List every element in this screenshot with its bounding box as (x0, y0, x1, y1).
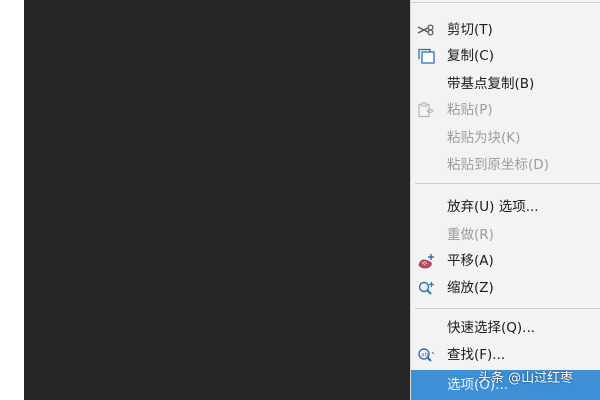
paste-icon (417, 102, 435, 118)
menu-item-label: 粘贴为块(K) (447, 130, 521, 146)
menu-item-label: 复制(C) (447, 48, 494, 64)
menu-item-paste[interactable]: 粘贴(P) (411, 98, 600, 122)
find-icon: ab (417, 347, 435, 363)
context-menu: 剪切(T) 复制(C) 带基点复制(B) 粘贴(P) 粘贴为块(K) 粘贴到原坐… (410, 0, 600, 400)
drawing-canvas[interactable] (24, 0, 410, 400)
menu-item-zoom[interactable]: 缩放(Z) (411, 276, 600, 300)
menu-item-pan[interactable]: 平移(A) (411, 249, 600, 273)
menu-item-paste-to-original-coordinates[interactable]: 粘贴到原坐标(D) (411, 153, 600, 177)
menu-item-label: 放弃(U) 选项... (447, 199, 539, 215)
menu-item-cut[interactable]: 剪切(T) (411, 18, 600, 42)
menu-top-separator (411, 2, 600, 3)
menu-item-label: 剪切(T) (447, 22, 493, 38)
menu-item-quick-select[interactable]: 快速选择(Q)... (411, 316, 600, 340)
menu-item-label: 重做(R) (447, 227, 494, 243)
watermark: 头条 @山过红枣 (478, 371, 574, 386)
menu-item-undo[interactable]: 放弃(U) 选项... (411, 195, 600, 219)
menu-separator (415, 183, 600, 184)
menu-item-paste-as-block[interactable]: 粘贴为块(K) (411, 126, 600, 150)
menu-item-copy-with-base-point[interactable]: 带基点复制(B) (411, 72, 600, 96)
svg-text:ab: ab (421, 352, 429, 359)
menu-item-label: 粘贴(P) (447, 102, 493, 118)
menu-item-label: 粘贴到原坐标(D) (447, 157, 549, 173)
menu-item-label: 缩放(Z) (447, 280, 494, 296)
pan-icon (417, 253, 435, 269)
menu-item-label: 查找(F)... (447, 347, 506, 363)
menu-item-label: 快速选择(Q)... (447, 320, 536, 336)
zoom-icon (417, 280, 435, 296)
menu-item-label: 带基点复制(B) (447, 76, 535, 92)
menu-item-copy[interactable]: 复制(C) (411, 44, 600, 68)
menu-item-redo[interactable]: 重做(R) (411, 223, 600, 247)
menu-item-find[interactable]: ab 查找(F)... (411, 343, 600, 367)
menu-item-label: 平移(A) (447, 253, 494, 269)
menu-separator (415, 308, 600, 309)
scissors-icon (417, 22, 435, 38)
copy-icon (417, 48, 435, 64)
